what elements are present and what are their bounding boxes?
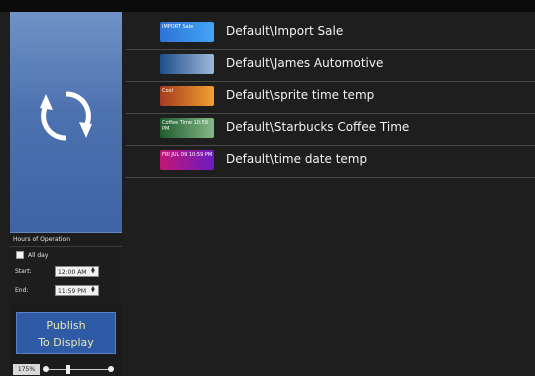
allday-checkbox-row[interactable]: All day: [16, 251, 48, 259]
start-label: Start:: [15, 268, 32, 275]
list-item[interactable]: FRI JUL 09 10:59 PM Default\time date te…: [126, 146, 535, 178]
allday-label: All day: [28, 251, 49, 259]
list-item[interactable]: Default\James Automotive: [126, 50, 535, 82]
list-item-label: Default\James Automotive: [226, 56, 384, 70]
sidebar: Hours of Operation All day Start: 12:00 …: [10, 12, 122, 376]
end-time-spinner[interactable]: ▲ ▼: [91, 286, 97, 294]
list-item[interactable]: Coffee Time 10:59 PM Default\Starbucks C…: [126, 114, 535, 146]
list-item-label: Default\Starbucks Coffee Time: [226, 120, 410, 134]
hours-title: Hours of Operation: [13, 236, 71, 243]
list-item-label: Default\time date temp: [226, 152, 368, 166]
zoom-in-icon[interactable]: [108, 366, 114, 372]
thumbnail-text: Cool: [162, 88, 173, 94]
sync-icon: [40, 91, 92, 141]
thumbnail: Coffee Time 10:59 PM: [160, 118, 214, 138]
top-bar: [0, 0, 535, 12]
thumbnail-text: FRI JUL 09 10:59 PM: [162, 152, 213, 158]
publish-to-display-button[interactable]: Publish To Display: [16, 312, 116, 354]
list-item-label: Default\sprite time temp: [226, 88, 375, 102]
divider: [126, 177, 535, 178]
zoom-slider-thumb[interactable]: [66, 365, 70, 374]
allday-checkbox[interactable]: [16, 251, 24, 259]
start-time-input[interactable]: 12:00 AM ▲ ▼: [55, 266, 99, 277]
hours-of-operation-panel: Hours of Operation All day Start: 12:00 …: [10, 233, 122, 303]
thumbnail: [160, 54, 214, 74]
thumbnail: FRI JUL 09 10:59 PM: [160, 150, 214, 170]
publish-sub-label: To Display: [38, 336, 94, 349]
divider: [10, 246, 122, 247]
zoom-level[interactable]: 175%: [13, 364, 40, 375]
list-item[interactable]: Cool Default\sprite time temp: [126, 82, 535, 114]
publish-label: Publish: [46, 319, 86, 332]
list-item-label: Default\Import Sale: [226, 24, 344, 38]
zoom-control: 175%: [10, 363, 122, 376]
start-time-spinner[interactable]: ▲ ▼: [91, 267, 97, 275]
zoom-slider-track[interactable]: [49, 369, 109, 370]
thumbnail-text: IMPORT Sale: [162, 24, 194, 30]
thumbnail: IMPORT Sale: [160, 22, 214, 42]
list-item[interactable]: IMPORT Sale Default\Import Sale: [126, 18, 535, 50]
thumbnail: Cool: [160, 86, 214, 106]
end-label: End:: [15, 287, 29, 294]
playlist: IMPORT Sale Default\Import Sale Default\…: [126, 18, 535, 178]
thumbnail-text: Coffee Time 10:59 PM: [162, 120, 208, 132]
preview-panel: [10, 12, 122, 233]
end-time-value: 11:59 PM: [58, 288, 86, 295]
start-time-value: 12:00 AM: [58, 269, 87, 276]
end-time-input[interactable]: 11:59 PM ▲ ▼: [55, 285, 99, 296]
